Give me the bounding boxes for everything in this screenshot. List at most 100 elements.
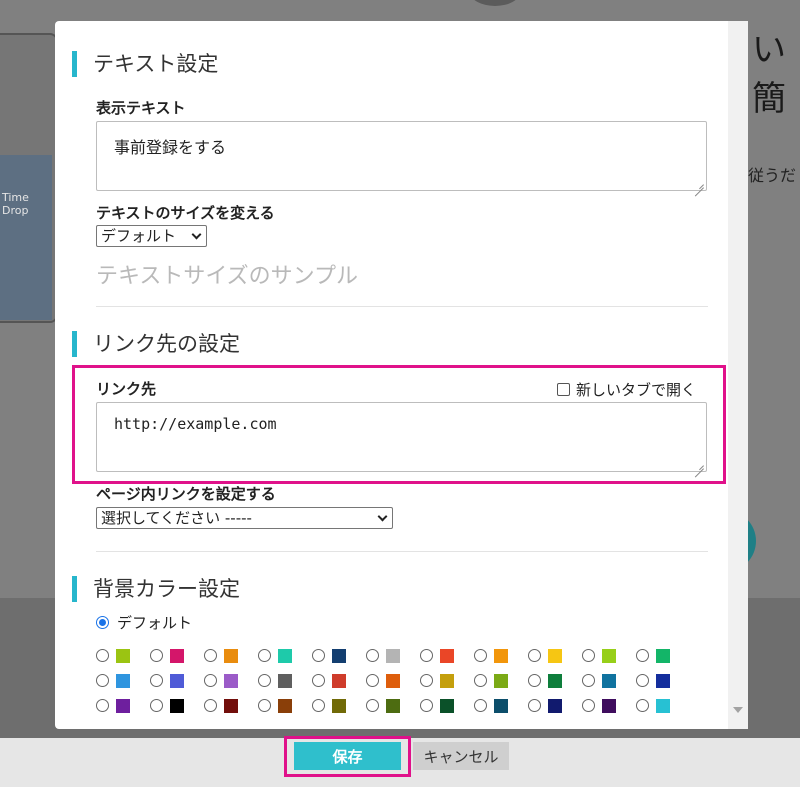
color-radio[interactable] xyxy=(258,674,271,687)
color-radio[interactable] xyxy=(204,649,217,662)
section-divider xyxy=(96,551,708,552)
color-radio[interactable] xyxy=(420,649,433,662)
background-heading-fragment: い簡 xyxy=(752,30,786,119)
color-radio[interactable] xyxy=(528,649,541,662)
color-swatch xyxy=(656,698,670,713)
color-option[interactable] xyxy=(150,648,204,663)
color-option[interactable] xyxy=(96,698,150,713)
color-radio[interactable] xyxy=(582,649,595,662)
color-option[interactable] xyxy=(258,673,312,688)
color-option[interactable] xyxy=(366,673,420,688)
modal-scrollbar[interactable] xyxy=(728,21,748,729)
color-option[interactable] xyxy=(150,698,204,713)
text-size-sample: テキストサイズのサンプル xyxy=(96,264,359,289)
color-option[interactable] xyxy=(96,673,150,688)
color-radio[interactable] xyxy=(474,699,487,712)
color-radio[interactable] xyxy=(366,649,379,662)
text-size-select[interactable]: デフォルト xyxy=(96,225,207,247)
link-url-input[interactable]: http://example.com xyxy=(96,402,707,472)
background-device-mockup: Time Drop xyxy=(0,33,58,323)
settings-modal: テキスト設定 表示テキスト 事前登録をする テキストのサイズを変える デフォルト… xyxy=(55,21,748,729)
color-option[interactable] xyxy=(258,698,312,713)
display-text-input[interactable]: 事前登録をする xyxy=(96,121,707,191)
color-option[interactable] xyxy=(420,648,474,663)
color-option[interactable] xyxy=(420,698,474,713)
color-option[interactable] xyxy=(474,673,528,688)
color-radio[interactable] xyxy=(420,674,433,687)
color-option[interactable] xyxy=(312,648,366,663)
color-radio[interactable] xyxy=(528,674,541,687)
color-radio[interactable] xyxy=(474,674,487,687)
new-tab-checkbox[interactable] xyxy=(557,383,570,396)
color-radio[interactable] xyxy=(366,699,379,712)
color-option[interactable] xyxy=(96,648,150,663)
color-option[interactable] xyxy=(366,698,420,713)
color-radio[interactable] xyxy=(258,699,271,712)
color-option[interactable] xyxy=(312,698,366,713)
swatch-row xyxy=(96,668,716,693)
color-swatch xyxy=(440,698,454,713)
new-tab-option[interactable]: 新しいタブで開く xyxy=(557,379,696,400)
color-radio[interactable] xyxy=(204,699,217,712)
color-swatch xyxy=(494,673,508,688)
default-color-radio[interactable] xyxy=(96,616,109,629)
color-option[interactable] xyxy=(528,698,582,713)
color-radio[interactable] xyxy=(636,699,649,712)
color-option[interactable] xyxy=(204,673,258,688)
resize-handle-icon[interactable] xyxy=(694,459,704,469)
color-option[interactable] xyxy=(636,698,690,713)
color-swatch xyxy=(224,698,238,713)
color-option[interactable] xyxy=(204,648,258,663)
device-title: Time Drop xyxy=(2,191,29,217)
resize-handle-icon[interactable] xyxy=(694,178,704,188)
color-option[interactable] xyxy=(474,648,528,663)
color-radio[interactable] xyxy=(636,649,649,662)
color-swatch xyxy=(116,698,130,713)
scroll-down-arrow-icon[interactable] xyxy=(733,707,743,713)
color-swatch xyxy=(332,673,346,688)
color-option[interactable] xyxy=(636,648,690,663)
color-radio[interactable] xyxy=(150,674,163,687)
color-swatch xyxy=(440,648,454,663)
color-radio[interactable] xyxy=(420,699,433,712)
color-option[interactable] xyxy=(150,673,204,688)
scroll-thumb[interactable] xyxy=(731,27,745,697)
color-radio[interactable] xyxy=(312,674,325,687)
color-radio[interactable] xyxy=(150,699,163,712)
color-radio[interactable] xyxy=(204,674,217,687)
color-option[interactable] xyxy=(528,673,582,688)
color-radio[interactable] xyxy=(312,699,325,712)
page-anchor-label: ページ内リンクを設定する xyxy=(96,485,276,503)
color-radio[interactable] xyxy=(150,649,163,662)
device-screen xyxy=(0,155,52,320)
color-swatch xyxy=(386,648,400,663)
color-option[interactable] xyxy=(582,673,636,688)
color-option[interactable] xyxy=(528,648,582,663)
default-color-option[interactable]: デフォルト xyxy=(96,612,192,633)
color-option[interactable] xyxy=(420,673,474,688)
color-radio[interactable] xyxy=(528,699,541,712)
color-option[interactable] xyxy=(636,673,690,688)
page-anchor-select[interactable]: 選択してください ----- xyxy=(96,507,393,529)
color-radio[interactable] xyxy=(312,649,325,662)
color-radio[interactable] xyxy=(96,699,109,712)
color-radio[interactable] xyxy=(96,674,109,687)
color-radio[interactable] xyxy=(474,649,487,662)
color-option[interactable] xyxy=(204,698,258,713)
color-radio[interactable] xyxy=(636,674,649,687)
color-option[interactable] xyxy=(582,648,636,663)
color-radio[interactable] xyxy=(96,649,109,662)
color-radio[interactable] xyxy=(366,674,379,687)
color-radio[interactable] xyxy=(582,699,595,712)
color-option[interactable] xyxy=(474,698,528,713)
color-radio[interactable] xyxy=(582,674,595,687)
color-radio[interactable] xyxy=(258,649,271,662)
color-swatch xyxy=(332,648,346,663)
color-option[interactable] xyxy=(582,698,636,713)
cancel-button[interactable]: キャンセル xyxy=(413,742,509,770)
default-color-label: デフォルト xyxy=(117,614,193,632)
save-button[interactable]: 保存 xyxy=(294,742,401,770)
color-option[interactable] xyxy=(366,648,420,663)
color-option[interactable] xyxy=(312,673,366,688)
color-option[interactable] xyxy=(258,648,312,663)
